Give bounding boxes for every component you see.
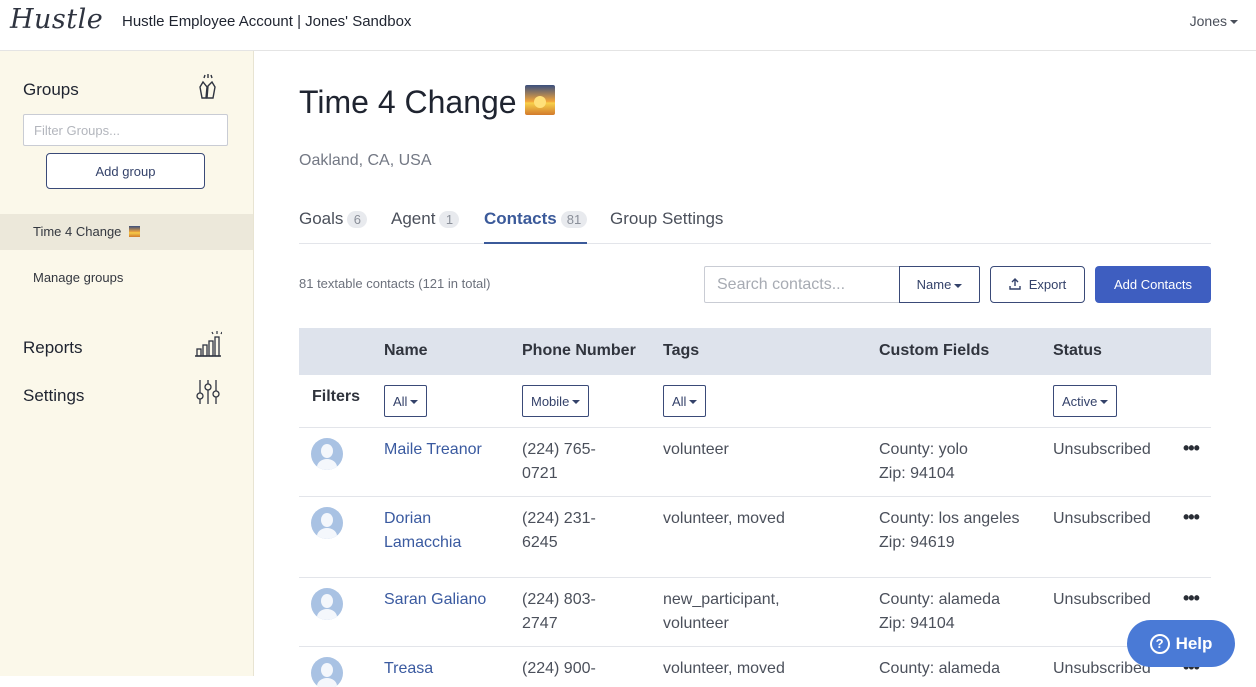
avatar	[311, 657, 343, 687]
help-label: Help	[1175, 633, 1213, 653]
sidebar-item-manage-groups[interactable]: Manage groups	[0, 260, 253, 296]
sidebar-item-time-4-change[interactable]: Time 4 Change	[0, 214, 253, 250]
search-field-dropdown[interactable]: Name	[899, 266, 980, 303]
tab-label: Goals	[299, 209, 344, 228]
filter-value: All	[393, 393, 408, 409]
table-header: Name Phone Number Tags Custom Fields Sta…	[299, 328, 1211, 375]
help-button[interactable]: ? Help	[1127, 620, 1235, 667]
tab-label: Contacts	[484, 209, 557, 228]
name-filter-dropdown[interactable]: All	[384, 385, 428, 417]
filters-label: Filters	[312, 388, 361, 405]
reports-link[interactable]: Reports	[23, 338, 83, 358]
custom-field-county: County: los angeles	[879, 510, 1020, 527]
caret-down-icon	[572, 400, 581, 405]
sliders-icon[interactable]	[194, 378, 222, 406]
tab-count-badge: 81	[560, 211, 588, 228]
filter-groups-input[interactable]	[23, 114, 228, 146]
status: Unsubscribed	[1053, 591, 1151, 608]
tab-contacts[interactable]: Contacts 81	[484, 209, 588, 244]
contact-name-link[interactable]: Maile Treanor	[384, 438, 509, 462]
caret-down-icon	[1230, 20, 1238, 25]
tab-group-settings[interactable]: Group Settings	[610, 209, 723, 229]
hustle-logo[interactable]: Hustle	[10, 4, 103, 35]
caret-down-icon	[689, 400, 698, 405]
tab-bar: Goals 6 Agent 1 Contacts 81 Group Settings	[299, 201, 1211, 244]
page-title: Time 4 Change	[299, 84, 555, 121]
sunrise-emoji-icon	[129, 226, 141, 237]
contact-name-link[interactable]: Dorian Lamacchia	[384, 507, 494, 555]
caret-down-icon	[1100, 400, 1109, 405]
custom-field-zip: Zip: 94619	[879, 534, 955, 551]
custom-field-zip: Zip: 94104	[879, 465, 955, 482]
filter-value: Mobile	[531, 393, 570, 409]
add-contacts-button[interactable]: Add Contacts	[1095, 266, 1211, 303]
contact-name-link[interactable]: Treasa	[384, 657, 509, 681]
avatar	[311, 438, 343, 470]
avatar	[311, 588, 343, 620]
phone-number: (224) 231-6245	[522, 510, 596, 551]
add-group-button[interactable]: Add group	[46, 153, 205, 189]
user-name: Jones	[1189, 13, 1227, 29]
custom-field-county: County: alameda	[879, 591, 1000, 608]
phone-number: (224) 900-	[522, 660, 596, 677]
column-header-status[interactable]: Status	[1053, 342, 1102, 360]
tags: new_participant, volunteer	[663, 591, 780, 632]
column-header-phone[interactable]: Phone Number	[522, 342, 636, 360]
caret-down-icon	[954, 283, 963, 288]
group-title: Time 4 Change	[299, 84, 517, 120]
more-options-icon[interactable]: •••	[1183, 588, 1200, 609]
user-menu[interactable]: Jones	[1190, 13, 1238, 29]
table-row[interactable]: Saran Galiano (224) 803-2747 new_partici…	[299, 578, 1211, 647]
tab-label: Agent	[391, 209, 436, 228]
custom-field-county: County: alameda	[879, 660, 1000, 677]
column-header-custom-fields[interactable]: Custom Fields	[879, 342, 989, 360]
export-icon	[1009, 278, 1021, 290]
tab-count-badge: 6	[347, 211, 368, 228]
status-filter-dropdown[interactable]: Active	[1053, 385, 1118, 417]
tab-goals[interactable]: Goals 6	[299, 209, 368, 229]
status: Unsubscribed	[1053, 441, 1151, 458]
tags: volunteer, moved	[663, 660, 785, 677]
caret-down-icon	[410, 400, 419, 405]
sidebar: Groups Add group Time 4 Change Manage gr…	[0, 51, 254, 676]
contacts-summary: 81 textable contacts (121 in total)	[299, 276, 491, 291]
top-bar: Hustle Hustle Employee Account | Jones' …	[0, 0, 1256, 51]
export-label: Export	[1028, 277, 1067, 292]
phone-number: (224) 765-0721	[522, 441, 596, 482]
more-options-icon[interactable]: •••	[1183, 438, 1200, 459]
search-contacts-input[interactable]	[704, 266, 900, 303]
table-row[interactable]: Treasa (224) 900- volunteer, moved Count…	[299, 647, 1211, 687]
filters-row: Filters All Mobile All Active	[299, 375, 1211, 428]
sidebar-item-label: Time 4 Change	[33, 224, 122, 239]
tab-agent[interactable]: Agent 1	[391, 209, 460, 229]
export-button[interactable]: Export	[990, 266, 1085, 303]
settings-link[interactable]: Settings	[23, 386, 84, 406]
custom-field-zip: Zip: 94104	[879, 615, 955, 632]
tags-filter-dropdown[interactable]: All	[663, 385, 707, 417]
avatar	[311, 507, 343, 539]
sunrise-emoji-icon	[524, 85, 555, 115]
phone-filter-dropdown[interactable]: Mobile	[522, 385, 590, 417]
tags: volunteer, moved	[663, 510, 785, 527]
groups-heading: Groups	[23, 80, 79, 99]
filter-value: Active	[1062, 393, 1098, 409]
status: Unsubscribed	[1053, 510, 1151, 527]
more-options-icon[interactable]: •••	[1183, 507, 1200, 528]
tags: volunteer	[663, 441, 729, 458]
table-row[interactable]: Maile Treanor (224) 765-0721 volunteer C…	[299, 428, 1211, 497]
custom-field-county: County: yolo	[879, 441, 968, 458]
column-header-tags[interactable]: Tags	[663, 342, 699, 360]
filter-value: All	[672, 393, 687, 409]
contact-name-link[interactable]: Saran Galiano	[384, 588, 509, 612]
phone-number: (224) 803-2747	[522, 591, 596, 632]
dropdown-label: Name	[916, 277, 952, 292]
high-five-icon	[199, 74, 216, 99]
table-row[interactable]: Dorian Lamacchia (224) 231-6245 voluntee…	[299, 497, 1211, 578]
account-name: Hustle Employee Account | Jones' Sandbox	[122, 13, 412, 30]
question-icon: ?	[1149, 633, 1170, 654]
column-header-name[interactable]: Name	[384, 342, 428, 360]
group-location: Oakland, CA, USA	[299, 152, 432, 169]
tab-count-badge: 1	[439, 211, 460, 228]
bar-chart-icon[interactable]	[194, 330, 222, 358]
